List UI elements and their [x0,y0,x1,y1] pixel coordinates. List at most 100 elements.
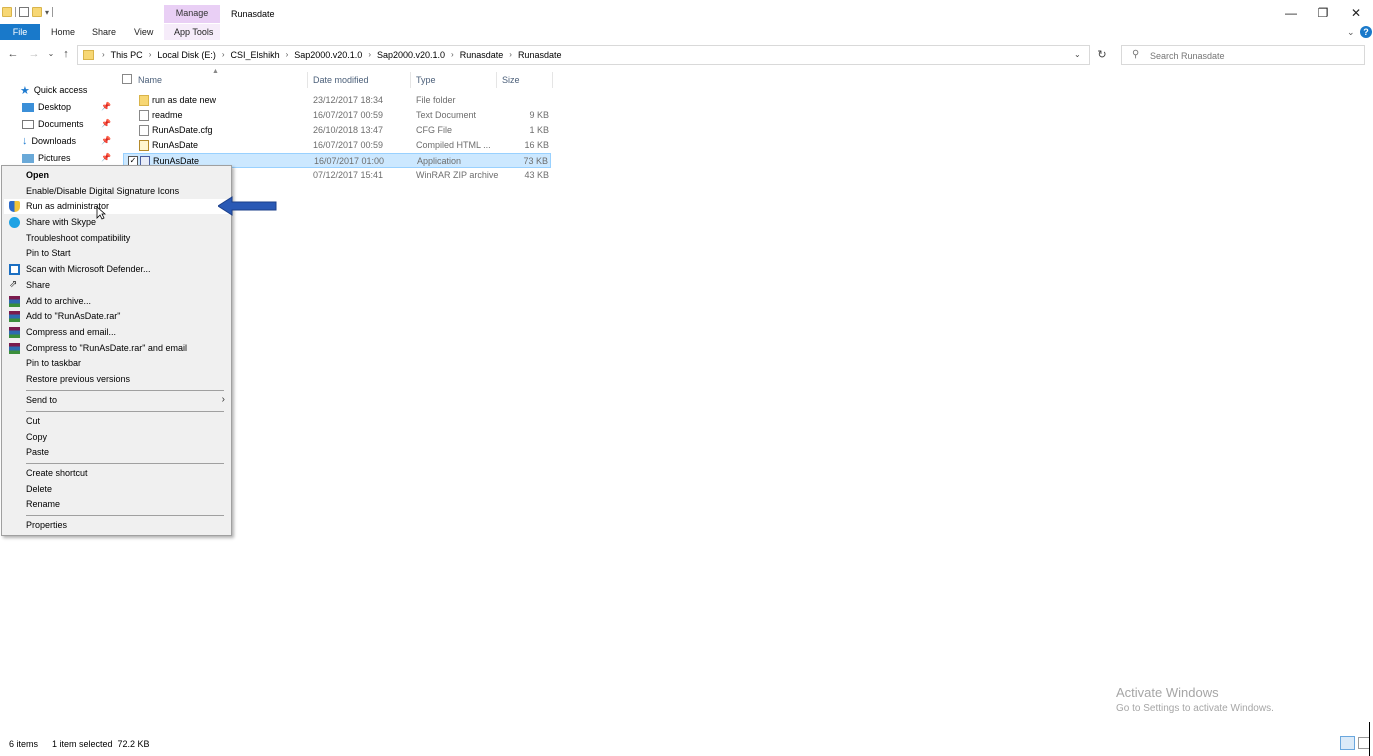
tab-home[interactable]: Home [51,24,75,40]
menu-item-label: Troubleshoot compatibility [26,233,131,243]
pictures-icon [22,153,34,163]
manage-contextual-tab[interactable]: Manage [164,5,220,23]
activation-watermark-title: Activate Windows [1116,685,1219,700]
column-header-date[interactable]: Date modified [313,75,369,85]
menu-item-pin-to-start[interactable]: Pin to Start [4,246,229,261]
menu-item-scan-with-defender[interactable]: Scan with Microsoft Defender... [4,262,229,277]
breadcrumb-item[interactable]: Runasdate [518,50,562,60]
menu-item-troubleshoot-compatibility[interactable]: Troubleshoot compatibility [4,231,229,246]
properties-icon[interactable] [19,7,29,17]
menu-item-share[interactable]: ⇗ Share [4,278,229,293]
breadcrumb-item[interactable]: Sap2000.v20.1.0 [294,50,362,60]
help-icon[interactable]: ? [1360,26,1372,38]
column-divider[interactable] [552,72,553,88]
pin-icon[interactable]: 📌 [101,153,111,162]
details-view-icon[interactable] [1340,736,1355,750]
menu-item-paste[interactable]: Paste [4,445,229,460]
expand-ribbon-chevron-icon[interactable]: ⌄ [1347,27,1355,38]
column-header-type[interactable]: Type [416,75,436,85]
menu-item-copy[interactable]: Copy [4,430,229,445]
address-dropdown-chevron-icon[interactable]: ⌄ [1074,50,1081,59]
file-row[interactable]: readme 16/07/2017 00:59 Text Document 9 … [123,108,551,123]
file-row[interactable]: RunAsDate.cfg 26/10/2018 13:47 CFG File … [123,123,551,138]
search-input[interactable] [1150,49,1350,62]
breadcrumb-separator-icon[interactable]: › [368,50,371,60]
breadcrumb-separator-icon[interactable]: › [149,50,152,60]
menu-item-label: Properties [26,520,68,530]
pin-icon[interactable]: 📌 [101,136,111,145]
tab-view[interactable]: View [134,24,153,40]
menu-item-label: Add to "RunAsDate.rar" [26,311,121,321]
sidebar-item-desktop[interactable]: Desktop [22,99,71,115]
file-date: 26/10/2018 13:47 [313,125,384,135]
sidebar-item-downloads[interactable]: ↓ Downloads [22,133,76,149]
new-folder-icon[interactable] [32,7,42,17]
breadcrumb-separator-icon[interactable]: › [451,50,454,60]
breadcrumb-item[interactable]: This PC [111,50,143,60]
menu-item-create-shortcut[interactable]: Create shortcut [4,466,229,481]
breadcrumb: › This PC › Local Disk (E:) › CSI_Elshik… [96,50,561,60]
breadcrumb-item[interactable]: CSI_Elshikh [231,50,280,60]
winrar-icon [9,311,20,322]
breadcrumb-item[interactable]: Sap2000.v20.1.0 [377,50,445,60]
tab-file[interactable]: File [0,24,40,40]
menu-item-run-as-administrator[interactable]: Run as administrator [4,199,229,214]
breadcrumb-item[interactable]: Local Disk (E:) [157,50,216,60]
menu-item-restore-previous-versions[interactable]: Restore previous versions [4,372,229,387]
breadcrumb-separator-icon[interactable]: › [509,50,512,60]
pin-icon[interactable]: 📌 [101,102,111,111]
menu-item-add-to-archive[interactable]: Add to archive... [4,294,229,309]
pin-icon[interactable]: 📌 [101,119,111,128]
file-type: Text Document [416,110,477,120]
customize-toolbar-chevron-icon[interactable]: ▾ [45,8,49,17]
close-button[interactable]: ✕ [1346,5,1366,21]
menu-item-add-to-rar[interactable]: Add to "RunAsDate.rar" [4,309,229,324]
sidebar-item-label: Documents [38,119,84,129]
back-arrow-icon[interactable]: ← [6,47,20,61]
menu-item-pin-to-taskbar[interactable]: Pin to taskbar [4,356,229,371]
minimize-button[interactable]: — [1281,5,1301,21]
menu-item-compress-and-email[interactable]: Compress and email... [4,325,229,340]
menu-item-send-to[interactable]: Send to › [4,393,229,408]
menu-item-digital-signature-icons[interactable]: Enable/Disable Digital Signature Icons [4,184,229,199]
file-row[interactable]: run as date new 23/12/2017 18:34 File fo… [123,93,551,108]
menu-item-open[interactable]: Open [4,168,229,183]
sidebar-item-documents[interactable]: Documents [22,116,84,132]
menu-item-label: Cut [26,416,41,426]
select-all-checkbox[interactable] [122,74,132,84]
menu-item-share-with-skype[interactable]: Share with Skype [4,215,229,230]
breadcrumb-separator-icon[interactable]: › [286,50,289,60]
menu-item-properties[interactable]: Properties [4,518,229,533]
search-box[interactable]: ⚲ [1121,45,1365,65]
column-divider[interactable] [496,72,497,88]
column-divider[interactable] [307,72,308,88]
tab-share[interactable]: Share [92,24,116,40]
column-header-size[interactable]: Size [502,75,520,85]
file-type: Application [417,156,462,166]
chm-help-icon [139,140,149,151]
file-row[interactable]: RunAsDate 16/07/2017 00:59 Compiled HTML… [123,138,551,153]
restore-button[interactable]: ❐ [1313,5,1333,21]
menu-item-cut[interactable]: Cut [4,414,229,429]
sidebar-item-pictures[interactable]: Pictures [22,150,71,166]
column-divider[interactable] [410,72,411,88]
address-bar[interactable]: › This PC › Local Disk (E:) › CSI_Elshik… [77,45,1090,65]
forward-arrow-icon[interactable]: → [27,47,41,61]
menu-item-delete[interactable]: Delete [4,482,229,497]
tab-app-tools[interactable]: App Tools [174,24,213,40]
column-header-name[interactable]: Name [138,75,162,85]
menu-item-compress-to-rar-and-email[interactable]: Compress to "RunAsDate.rar" and email [4,341,229,356]
sidebar-item-label: Desktop [38,102,72,112]
menu-separator [26,463,224,464]
uac-shield-icon [9,201,20,212]
refresh-icon[interactable]: ↻ [1094,48,1110,62]
sidebar-item-quick-access[interactable]: ★ Quick access [20,82,87,98]
up-arrow-icon[interactable]: ↑ [59,47,73,61]
file-name: RunAsDate [152,140,199,150]
recent-locations-chevron-icon[interactable]: ⌄ [44,47,58,61]
breadcrumb-separator-icon[interactable]: › [222,50,225,60]
breadcrumb-item[interactable]: Runasdate [460,50,504,60]
winrar-icon [9,343,20,354]
menu-separator [26,515,224,516]
menu-item-rename[interactable]: Rename [4,497,229,512]
